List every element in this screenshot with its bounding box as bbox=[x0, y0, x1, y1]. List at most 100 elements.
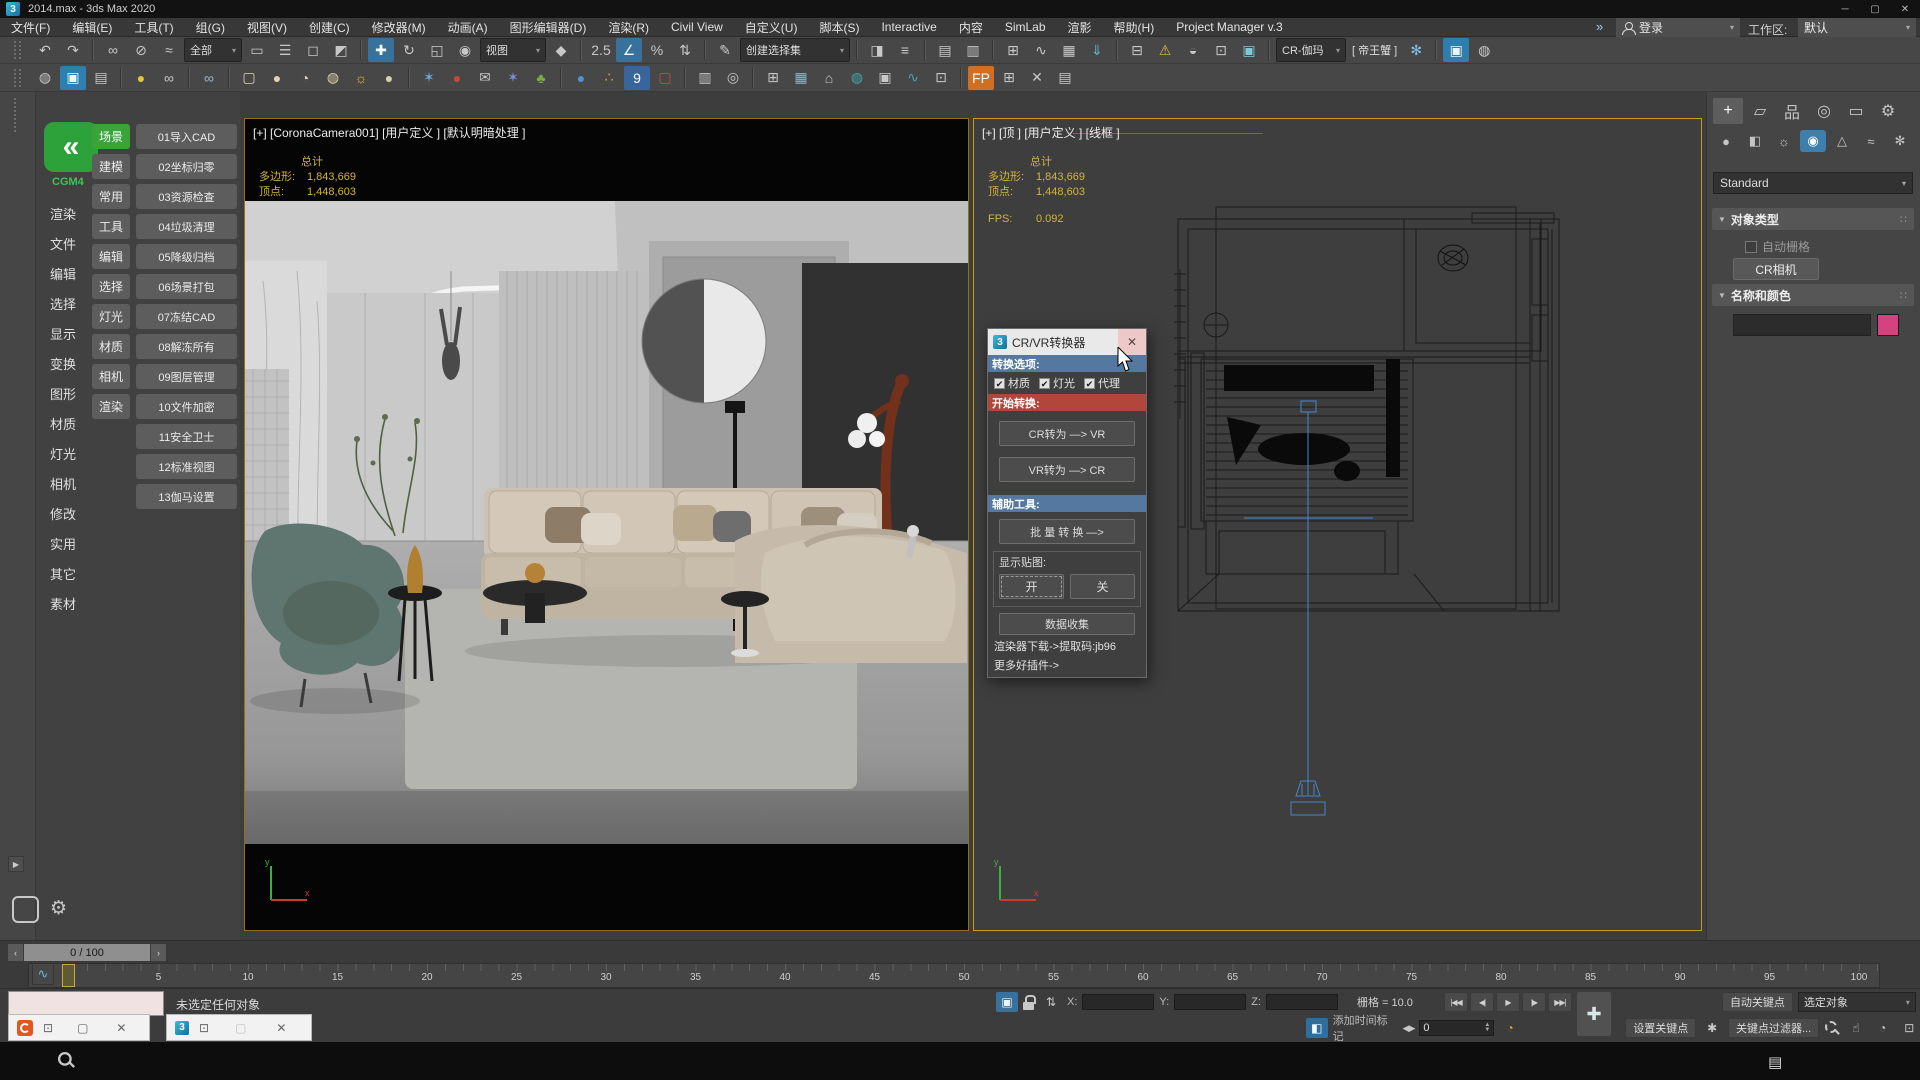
menu-animation[interactable]: 动画(A) bbox=[437, 18, 499, 37]
btn-asset-check[interactable]: 03资源检查 bbox=[136, 184, 237, 209]
taskbar-search-button[interactable] bbox=[58, 1052, 74, 1073]
start-button[interactable] bbox=[14, 1054, 30, 1070]
panel-tool-icon[interactable]: ⊞ bbox=[760, 66, 786, 90]
z-coordinate-field[interactable] bbox=[1266, 994, 1338, 1010]
menu-civil-view[interactable]: Civil View bbox=[660, 18, 734, 37]
spinner-snap-toggle-icon[interactable]: ⇅ bbox=[672, 38, 698, 62]
separator[interactable] bbox=[360, 40, 362, 60]
angle-snap-toggle-icon[interactable]: ∠ bbox=[616, 38, 642, 62]
menu-help[interactable]: 帮助(H) bbox=[1103, 18, 1166, 37]
orbit-icon[interactable]: ◔ bbox=[1872, 1018, 1894, 1038]
select-and-place-icon[interactable]: ◉ bbox=[452, 38, 478, 62]
play-button[interactable]: ▶ bbox=[1496, 992, 1520, 1012]
separator[interactable] bbox=[704, 40, 706, 60]
frame-display[interactable]: 0 / 100 bbox=[24, 944, 150, 961]
menu-overflow-chevron[interactable]: » bbox=[1596, 19, 1603, 34]
mirror-icon[interactable]: ◨ bbox=[864, 38, 890, 62]
cat-systems[interactable]: ✻ bbox=[1887, 130, 1913, 152]
x-tool-icon[interactable]: ✕ bbox=[1024, 66, 1050, 90]
close-button[interactable]: ✕ bbox=[1890, 0, 1920, 18]
separator[interactable] bbox=[560, 68, 562, 88]
corona-sphere-icon[interactable]: ◔ bbox=[292, 66, 318, 90]
menu-tools[interactable]: 工具(T) bbox=[123, 18, 184, 37]
separator[interactable] bbox=[1268, 40, 1270, 60]
menu-create[interactable]: 创建(C) bbox=[298, 18, 361, 37]
minimize-button[interactable]: ─ bbox=[1830, 0, 1860, 18]
corona-material-icon[interactable]: ● bbox=[264, 66, 290, 90]
toggle-ribbon-icon[interactable]: ▥ bbox=[960, 38, 986, 62]
sidebar-nav-file[interactable]: 文件 bbox=[50, 228, 76, 258]
tab-render[interactable]: 渲染 bbox=[92, 394, 130, 419]
render-production-teapot-icon[interactable]: ◍ bbox=[1471, 38, 1497, 62]
menu-file[interactable]: 文件(F) bbox=[0, 18, 61, 37]
grid-tool-icon[interactable]: ▦ bbox=[788, 66, 814, 90]
window-crossing-icon[interactable]: ◩ bbox=[328, 38, 354, 62]
tab-camera[interactable]: 相机 bbox=[92, 364, 130, 389]
time-slider-handle[interactable] bbox=[62, 964, 75, 987]
absolute-offset-toggle-icon[interactable]: ⇅ bbox=[1040, 992, 1062, 1012]
maps-on-button[interactable]: 开 bbox=[999, 574, 1064, 599]
tab-light[interactable]: 灯光 bbox=[92, 304, 130, 329]
key-filters-button[interactable]: 关键点过滤器... bbox=[1728, 1018, 1819, 1038]
select-and-rotate-icon[interactable]: ↻ bbox=[396, 38, 422, 62]
cr-camera-button[interactable]: CR相机 bbox=[1733, 258, 1819, 280]
set-key-button[interactable]: 设置关键点 bbox=[1625, 1018, 1696, 1038]
btn-scene-pack[interactable]: 06场景打包 bbox=[136, 274, 237, 299]
glasses-icon[interactable]: ∞ bbox=[156, 66, 182, 90]
btn-downgrade-archive[interactable]: 05降级归档 bbox=[136, 244, 237, 269]
schematic-view-icon[interactable]: ▦ bbox=[1056, 38, 1082, 62]
snowflake-icon[interactable]: ✻ bbox=[1403, 38, 1429, 62]
light-lister-icon[interactable]: ● bbox=[128, 66, 154, 90]
separator[interactable] bbox=[1116, 40, 1118, 60]
select-and-move-icon[interactable]: ✚ bbox=[368, 38, 394, 62]
object-color-swatch[interactable] bbox=[1877, 314, 1899, 336]
tab-modeling[interactable]: 建模 bbox=[92, 154, 130, 179]
frame-next-button[interactable]: › bbox=[151, 944, 166, 961]
scene-converter-icon[interactable]: ◍ bbox=[32, 66, 58, 90]
batch-convert-button[interactable]: 批 量 转 换 —> bbox=[999, 519, 1135, 544]
sidebar-nav-transform[interactable]: 变换 bbox=[50, 348, 76, 378]
align-icon[interactable]: ≡ bbox=[892, 38, 918, 62]
tab-common[interactable]: 常用 bbox=[92, 184, 130, 209]
menu-scripting[interactable]: 脚本(S) bbox=[808, 18, 870, 37]
go-to-end-button[interactable]: ▶▶| bbox=[1548, 992, 1572, 1012]
separator[interactable] bbox=[992, 40, 994, 60]
red-sphere-icon[interactable]: ● bbox=[444, 66, 470, 90]
layer-explorer-icon[interactable]: ▤ bbox=[932, 38, 958, 62]
separator[interactable] bbox=[92, 40, 94, 60]
undo-icon[interactable]: ↶ bbox=[32, 38, 58, 62]
separator[interactable] bbox=[580, 40, 582, 60]
key-mode-icon[interactable]: ✱ bbox=[1701, 1018, 1723, 1038]
tab-utilities[interactable]: ⚙ bbox=[1873, 98, 1903, 124]
redo-icon[interactable]: ↷ bbox=[60, 38, 86, 62]
checkbox-material[interactable]: 材质 bbox=[994, 375, 1030, 391]
menu-simlab[interactable]: SimLab bbox=[994, 18, 1057, 37]
btn-security-guard[interactable]: 11安全卫士 bbox=[136, 424, 237, 449]
next-frame-button[interactable]: |▶ bbox=[1522, 992, 1546, 1012]
sidebar-nav-edit[interactable]: 编辑 bbox=[50, 258, 76, 288]
proxy-export-icon[interactable]: ✉ bbox=[472, 66, 498, 90]
x-coordinate-field[interactable] bbox=[1082, 994, 1154, 1010]
tab-modify[interactable]: ▱ bbox=[1745, 98, 1775, 124]
time-ruler[interactable]: 0510152025303540455055606570758085909510… bbox=[28, 963, 1880, 988]
corona-window-fragment[interactable]: ⊡ ▢ ✕ bbox=[8, 1014, 150, 1041]
list-tool-icon[interactable]: ▤ bbox=[1052, 66, 1078, 90]
btn-file-encrypt[interactable]: 10文件加密 bbox=[136, 394, 237, 419]
menu-edit[interactable]: 编辑(E) bbox=[61, 18, 123, 37]
select-and-scale-icon[interactable]: ◱ bbox=[424, 38, 450, 62]
tab-motion[interactable]: ◎ bbox=[1809, 98, 1839, 124]
home-tool-icon[interactable]: ⌂ bbox=[816, 66, 842, 90]
material-editor-icon[interactable]: ⇓ bbox=[1084, 38, 1110, 62]
separator[interactable] bbox=[684, 68, 686, 88]
cat-geometry[interactable]: ● bbox=[1713, 130, 1739, 152]
btn-cleanup[interactable]: 04垃圾清理 bbox=[136, 214, 237, 239]
btn-unfreeze-all[interactable]: 08解冻所有 bbox=[136, 334, 237, 359]
maximize-icon[interactable]: ▢ bbox=[77, 1021, 88, 1035]
red-region-icon[interactable]: ▢ bbox=[652, 66, 678, 90]
separator[interactable] bbox=[960, 68, 962, 88]
teal-teapot-icon[interactable]: ◍ bbox=[844, 66, 870, 90]
separator[interactable] bbox=[120, 68, 122, 88]
auto-key-button[interactable]: 自动关键点 bbox=[1722, 992, 1793, 1012]
data-collect-button[interactable]: 数据收集 bbox=[999, 613, 1135, 635]
percent-snap-toggle-icon[interactable]: % bbox=[644, 38, 670, 62]
